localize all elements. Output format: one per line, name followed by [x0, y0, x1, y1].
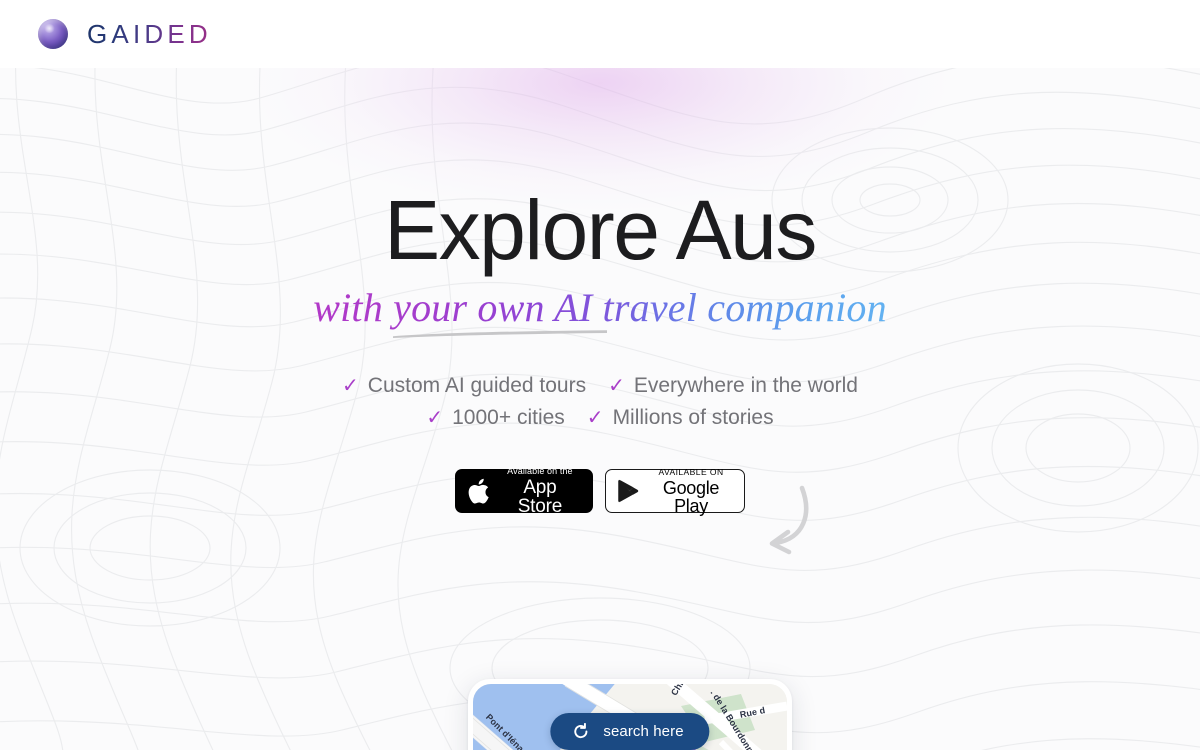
search-here-button[interactable]: search here	[550, 713, 710, 750]
page-title: Explore Aus	[384, 183, 817, 277]
feature-label: 1000+ cities	[452, 405, 565, 429]
store-badges: Available on the App Store AVAILABLE ON …	[0, 465, 1200, 517]
feature-list: ✓ Custom AI guided tours ✓ Everywhere in…	[0, 370, 1200, 434]
site-header: GAIDED	[0, 0, 1200, 68]
landing-page: GAIDED Explore Aus with your own AI trav…	[0, 0, 1200, 750]
check-icon: ✓	[586, 406, 604, 429]
gradient-orb-icon	[38, 19, 68, 49]
brush-underline-icon	[393, 329, 608, 338]
google-play-badge[interactable]: AVAILABLE ON Google Play	[605, 468, 745, 515]
google-play-badge-text: AVAILABLE ON Google Play	[649, 468, 733, 515]
feature-item: ✓ 1000+ cities	[426, 402, 564, 434]
feature-item: ✓ Millions of stories	[587, 402, 774, 434]
search-here-label: search here	[603, 723, 684, 740]
google-play-triangle-icon	[618, 480, 639, 503]
refresh-icon	[574, 723, 588, 739]
brand-wordmark: GAIDED	[87, 18, 212, 49]
feature-row-1: ✓ Custom AI guided tours ✓ Everywhere in…	[0, 370, 1200, 402]
page-subtitle: with your own AI travel companion	[313, 284, 887, 330]
map-preview-card[interactable]: Pont d'Iéna Chirac . de la Bourdonnais R…	[468, 679, 792, 750]
brand-logo-link[interactable]: GAIDED	[38, 19, 212, 50]
google-play-badge-large-text: Google Play	[662, 477, 720, 516]
app-store-badge-small-text: Available on the	[507, 465, 573, 476]
app-store-badge[interactable]: Available on the App Store	[455, 465, 593, 517]
check-icon: ✓	[426, 406, 444, 429]
hero-content: Explore Aus with your own AI travel comp…	[0, 68, 1200, 517]
map-surface[interactable]: Pont d'Iéna Chirac . de la Bourdonnais R…	[473, 684, 787, 750]
hero-section: Explore Aus with your own AI travel comp…	[0, 68, 1200, 750]
feature-row-2: ✓ 1000+ cities ✓ Millions of stories	[0, 402, 1200, 434]
feature-label: Millions of stories	[612, 405, 774, 429]
feature-label: Everywhere in the world	[633, 373, 858, 397]
subheadline-wrapper: with your own AI travel companion	[313, 284, 887, 338]
feature-item: ✓ Everywhere in the world	[608, 370, 858, 402]
feature-item: ✓ Custom AI guided tours	[342, 370, 586, 402]
check-icon: ✓	[342, 374, 359, 397]
app-store-badge-large-text: App Store	[517, 476, 563, 517]
apple-logo-icon	[468, 478, 489, 504]
check-icon: ✓	[608, 374, 625, 397]
app-store-badge-text: Available on the App Store	[499, 465, 581, 517]
feature-label: Custom AI guided tours	[367, 373, 587, 397]
google-play-badge-small-text: AVAILABLE ON	[658, 467, 724, 478]
